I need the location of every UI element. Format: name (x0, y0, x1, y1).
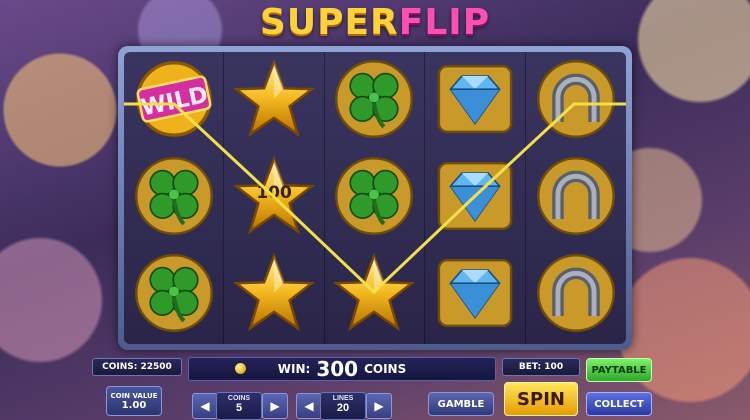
reel-frame: WILD 100 (118, 46, 632, 350)
bet-display: BET: 100 (502, 358, 580, 376)
reel-cell: WILD (124, 52, 225, 150)
paytable-button[interactable]: PAYTABLE (586, 358, 652, 382)
star-symbol-icon (232, 58, 316, 144)
win-amount: 300 (316, 357, 359, 381)
coins-stepper-label: COINS (227, 395, 251, 402)
horseshoe-symbol-icon (535, 155, 617, 241)
win-label: WIN: (277, 362, 311, 376)
clover-symbol-icon (133, 155, 215, 241)
horseshoe-symbol-icon (535, 58, 617, 144)
coins-stepper-value: 5 (235, 402, 243, 414)
coin-value: 1.00 (121, 399, 147, 411)
game-logo: SUPERFLIP (0, 2, 750, 43)
reel-cell (425, 149, 526, 247)
reel-cell (325, 149, 426, 247)
star-symbol-icon (232, 252, 316, 338)
diamond-symbol-icon (434, 155, 516, 241)
multiplier-label: 100 (256, 183, 292, 204)
clover-symbol-icon (333, 58, 415, 144)
reel-cell (124, 149, 225, 247)
arrow-left-icon: ◀ (304, 399, 314, 413)
collect-label: COLLECT (594, 398, 644, 410)
lines-decrease-button[interactable]: ◀ (296, 393, 322, 419)
coins-balance: COINS: 22500 (92, 358, 182, 376)
coin-value-label: COIN VALUE (110, 391, 158, 400)
logo-super: SUPER (259, 2, 399, 43)
coins-stepper: COINS 5 (216, 392, 262, 420)
coins-balance-text: COINS: 22500 (102, 362, 172, 372)
coin-value-button[interactable]: COIN VALUE 1.00 (106, 386, 162, 416)
gamble-label: GAMBLE (437, 398, 485, 410)
coins-decrease-button[interactable]: ◀ (192, 393, 218, 419)
clover-symbol-icon (133, 252, 215, 338)
lines-increase-button[interactable]: ▶ (366, 393, 392, 419)
logo-flip: FLIP (398, 2, 491, 43)
lines-stepper-label: LINES (332, 395, 354, 402)
reel-cell (224, 246, 325, 344)
win-unit: COINS (364, 362, 407, 376)
lines-stepper: LINES 20 (320, 392, 366, 420)
reel-cell (526, 149, 626, 246)
gamble-button[interactable]: GAMBLE (428, 392, 494, 416)
win-display: WIN: 300 COINS (188, 357, 496, 381)
reel-cell: 100 (224, 149, 325, 247)
arrow-right-icon: ▶ (270, 399, 280, 413)
lines-stepper-value: 20 (336, 402, 350, 414)
coin-icon (235, 363, 246, 374)
reel-cell (425, 52, 526, 150)
reel-cell (224, 52, 325, 150)
reel-cell (526, 247, 626, 344)
spin-button[interactable]: SPIN (504, 382, 578, 416)
spin-label: SPIN (517, 388, 565, 410)
reel-cell (325, 52, 426, 150)
reel-grid: WILD 100 (124, 52, 626, 344)
star-symbol-icon (333, 252, 416, 338)
horseshoe-symbol-icon (535, 252, 617, 338)
arrow-right-icon: ▶ (374, 399, 384, 413)
diamond-symbol-icon (434, 252, 516, 338)
bet-text: BET: 100 (518, 362, 564, 372)
reel-cell (526, 52, 626, 149)
reel-cell (425, 246, 526, 344)
wild-symbol-icon: WILD (133, 58, 215, 144)
coins-increase-button[interactable]: ▶ (262, 393, 288, 419)
reel-cell (325, 246, 426, 344)
arrow-left-icon: ◀ (200, 399, 210, 413)
diamond-symbol-icon (434, 58, 516, 144)
collect-button[interactable]: COLLECT (586, 392, 652, 416)
clover-symbol-icon (333, 155, 415, 241)
reel-cell (124, 246, 225, 344)
paytable-label: PAYTABLE (591, 364, 647, 376)
